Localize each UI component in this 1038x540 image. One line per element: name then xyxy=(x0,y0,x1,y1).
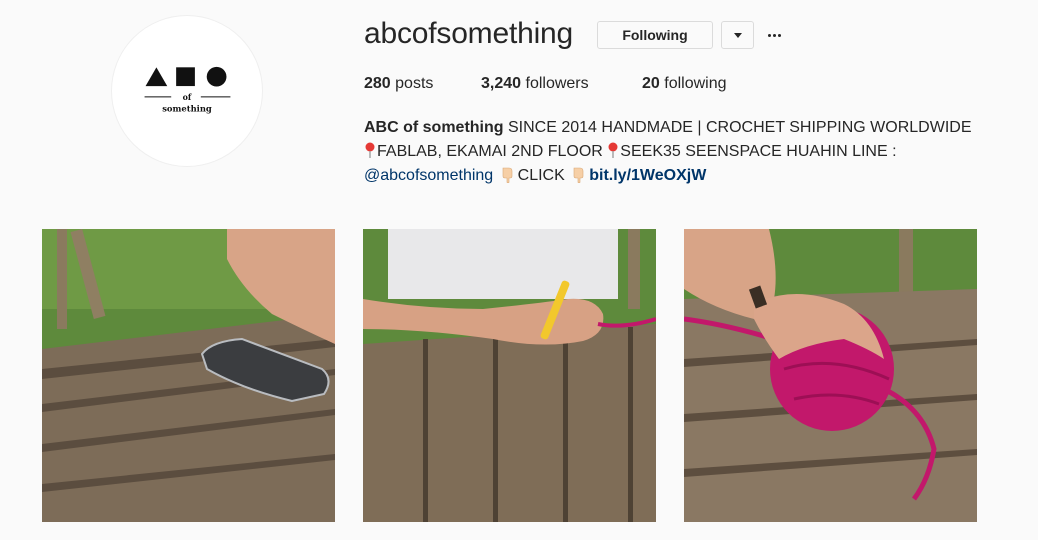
suggested-dropdown-button[interactable] xyxy=(721,21,754,49)
avatar-logo-of: of xyxy=(183,93,192,102)
abc-logo-image: of something xyxy=(144,66,231,114)
bio-mention-link[interactable]: @abcofsomething xyxy=(364,167,493,184)
bio-location-1: FABLAB, EKAMAI 2ND FLOOR xyxy=(377,143,603,160)
post-thumbnail-2[interactable] xyxy=(363,229,656,522)
bio-location-2: SEEK35 SEENSPACE HUAHIN LINE : xyxy=(620,143,897,160)
more-options-icon xyxy=(767,33,781,37)
round-pushpin-icon xyxy=(365,142,375,158)
avatar-logo-something: something xyxy=(162,104,212,114)
following-button[interactable]: Following xyxy=(597,21,713,49)
following-stat[interactable]: 20 following xyxy=(642,75,727,93)
bio-name: ABC of something xyxy=(364,119,504,136)
pointing-down-hand-icon xyxy=(573,167,584,183)
profile-avatar[interactable]: of something xyxy=(111,15,263,167)
posts-label: posts xyxy=(395,75,434,92)
profile-bio: ABC of something SINCE 2014 HANDMADE | C… xyxy=(364,116,1004,188)
pointing-down-hand-icon xyxy=(502,167,512,183)
following-count: 20 xyxy=(642,75,660,92)
post-thumbnail-1[interactable] xyxy=(42,229,335,522)
more-options-button[interactable] xyxy=(763,21,785,49)
posts-count: 280 xyxy=(364,75,391,92)
post-image-1 xyxy=(42,229,335,522)
post-thumbnail-3[interactable] xyxy=(684,229,977,522)
bio-website-link[interactable]: bit.ly/1WeOXjW xyxy=(589,167,706,184)
followers-count: 3,240 xyxy=(481,75,522,92)
followers-stat[interactable]: 3,240 followers xyxy=(481,75,589,93)
following-label: following xyxy=(664,75,727,92)
bio-line1: SINCE 2014 HANDMADE | CROCHET SHIPPING W… xyxy=(508,119,972,136)
profile-username: abcofsomething xyxy=(364,17,574,50)
post-image-2 xyxy=(363,229,656,522)
chevron-down-icon xyxy=(733,32,742,38)
posts-stat: 280 posts xyxy=(364,75,433,93)
round-pushpin-icon xyxy=(608,142,618,158)
followers-label: followers xyxy=(525,75,589,92)
post-image-3 xyxy=(684,229,977,522)
bio-click-text: CLICK xyxy=(517,167,565,184)
